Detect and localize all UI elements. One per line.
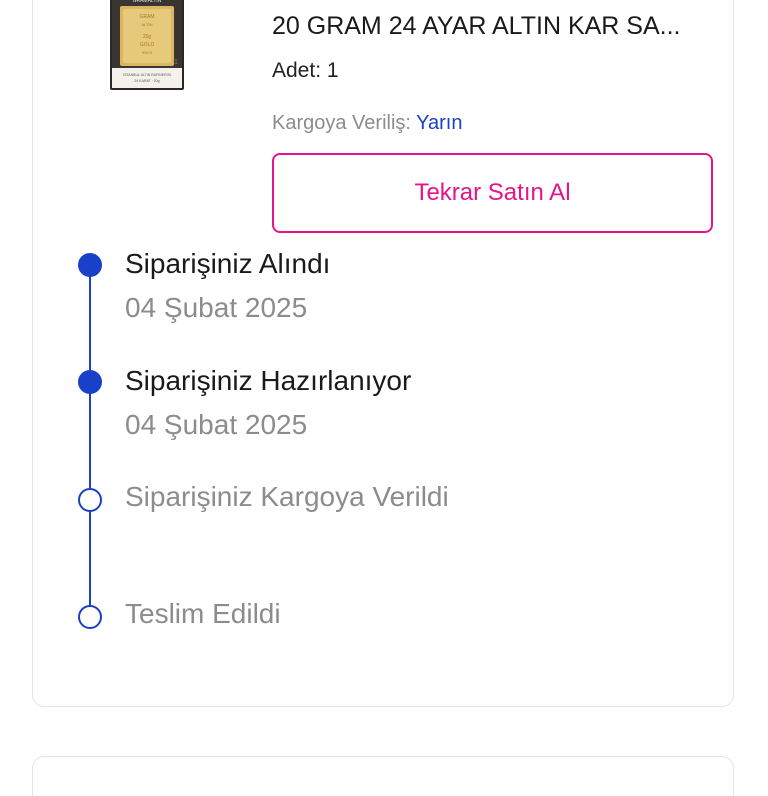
shipping-date: Yarın <box>416 112 463 134</box>
svg-text:20g: 20g <box>143 34 152 40</box>
step-date-received: 04 Şubat 2025 <box>125 292 308 323</box>
step-completed-icon <box>78 253 102 277</box>
step-date-preparing: 04 Şubat 2025 <box>125 409 308 440</box>
svg-text:ALTIN: ALTIN <box>141 22 152 27</box>
svg-text:ISTANBUL ALTIN RAFINERISI: ISTANBUL ALTIN RAFINERISI <box>123 73 171 77</box>
product-thumbnail[interactable]: GRAMALTIN GRAM ALTIN 20g GOLD 999.9 ISTA… <box>108 0 186 92</box>
step-title-delivered: Teslim Edildi <box>125 598 281 629</box>
step-title-shipped: Siparişiniz Kargoya Verildi <box>125 481 449 512</box>
svg-text:GRAM: GRAM <box>140 14 155 20</box>
next-card <box>32 756 734 796</box>
step-pending-icon <box>78 605 102 629</box>
svg-text:24 KARAT · 20g: 24 KARAT · 20g <box>134 79 159 83</box>
step-title-preparing: Siparişiniz Hazırlanıyor <box>125 365 412 396</box>
step-pending-icon <box>78 488 102 512</box>
svg-text:999.9: 999.9 <box>142 50 153 55</box>
shipping-info: Kargoya Veriliş: Yarın <box>272 112 463 135</box>
product-quantity: Adet: 1 <box>272 59 339 82</box>
product-title[interactable]: 20 GRAM 24 AYAR ALTIN KAR SA... <box>272 12 680 41</box>
svg-text:1: 1 <box>174 59 178 66</box>
timeline-connector <box>89 266 91 618</box>
shipping-label: Kargoya Veriliş: <box>272 112 411 134</box>
step-completed-icon <box>78 370 102 394</box>
svg-text:GRAMALTIN: GRAMALTIN <box>133 0 162 4</box>
rebuy-button[interactable]: Tekrar Satın Al <box>272 153 713 233</box>
step-title-received: Siparişiniz Alındı <box>125 248 331 279</box>
svg-text:GOLD: GOLD <box>140 42 155 48</box>
